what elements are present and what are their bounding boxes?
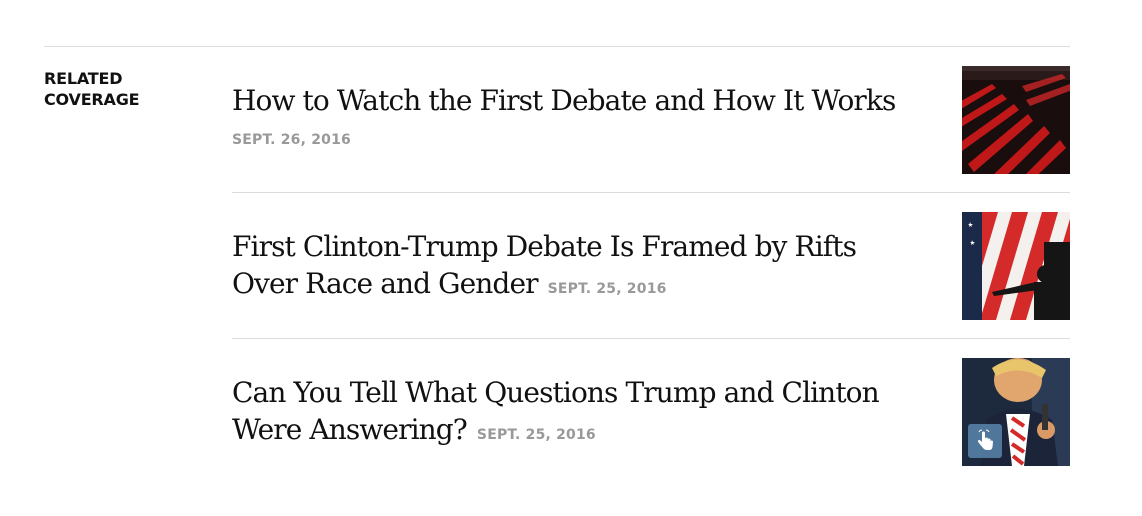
top-divider xyxy=(44,46,1070,47)
related-item-thumbnail[interactable] xyxy=(962,358,1070,466)
related-item-thumbnail[interactable] xyxy=(962,212,1070,320)
interactive-hand-icon xyxy=(968,424,1002,458)
item-divider xyxy=(232,192,1070,193)
item-divider xyxy=(232,338,1070,339)
section-label-line2: COVERAGE xyxy=(44,90,140,109)
related-item-link[interactable]: Can You Tell What Questions Trump and Cl… xyxy=(232,374,912,448)
related-item-date: SEPT. 25, 2016 xyxy=(547,281,667,297)
american-flag-silhouette-thumbnail xyxy=(962,212,1070,320)
related-item-thumbnail[interactable] xyxy=(962,66,1070,174)
related-item-date: SEPT. 26, 2016 xyxy=(232,132,351,148)
debate-hall-seats-thumbnail xyxy=(962,66,1070,174)
related-coverage-label: RELATED COVERAGE xyxy=(44,68,194,110)
related-item-link[interactable]: How to Watch the First Debate and How It… xyxy=(232,82,912,119)
related-item-headline[interactable]: First Clinton-Trump Debate Is Framed by … xyxy=(232,230,857,300)
related-item: First Clinton-Trump Debate Is Framed by … xyxy=(232,212,1070,320)
related-item-link[interactable]: First Clinton-Trump Debate Is Framed by … xyxy=(232,228,912,302)
related-item: How to Watch the First Debate and How It… xyxy=(232,66,1070,174)
related-item-headline[interactable]: How to Watch the First Debate and How It… xyxy=(232,84,896,117)
related-item-date: SEPT. 25, 2016 xyxy=(476,427,596,443)
section-label-line1: RELATED xyxy=(44,69,123,88)
related-item: Can You Tell What Questions Trump and Cl… xyxy=(232,358,1070,466)
